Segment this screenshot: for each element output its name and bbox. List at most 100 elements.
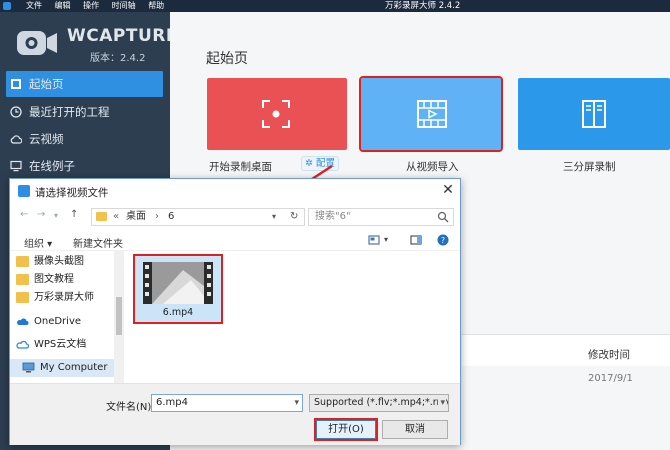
tree-item-wps-cloud[interactable]: WPS云文档 — [16, 336, 120, 354]
breadcrumb-separator[interactable]: › — [155, 209, 159, 225]
filename-value: 6.mp4 — [156, 397, 188, 408]
tree-item-label: WPS云文档 — [34, 339, 87, 350]
tree-item-tutorials[interactable]: 图文教程 — [16, 271, 120, 289]
tree-item-camera-screenshots[interactable]: 摄像头截图 — [16, 253, 120, 271]
start-record-desktop-card[interactable] — [207, 78, 347, 150]
file-type-select[interactable]: Supported (*.flv;*.mp4;*.rmvl ▾ — [309, 394, 449, 412]
app-title-bar: 文件 编辑 操作 时间轴 帮助 万彩录屏大师 2.4.2 — [0, 0, 670, 12]
folder-icon — [16, 274, 29, 285]
dialog-title: 请选择视频文件 — [35, 187, 109, 199]
search-icon — [437, 211, 449, 223]
project-row-date: 2017/9/1 — [588, 373, 633, 384]
filename-input[interactable]: 6.mp4 ▾ — [151, 394, 303, 412]
window-title: 万彩录屏大师 2.4.2 — [385, 1, 461, 11]
dialog-toolbar: 组织 ▾ 新建文件夹 ▾ ? — [10, 229, 460, 251]
home-icon — [11, 79, 21, 89]
tree-scrollbar[interactable] — [114, 251, 124, 383]
new-folder-button[interactable]: 新建文件夹 — [73, 235, 123, 250]
menu-timeline[interactable]: 时间轴 — [112, 1, 136, 10]
split-screen-icon — [582, 100, 606, 128]
menu-edit[interactable]: 编辑 — [55, 1, 71, 10]
sidebar-item-recent-projects[interactable]: 最近打开的工程 — [0, 99, 170, 125]
app-logo-icon — [3, 2, 11, 10]
sidebar-item-label: 云视频 — [29, 132, 64, 146]
tree-item-label: OneDrive — [34, 316, 82, 327]
cancel-button[interactable]: 取消 — [382, 420, 448, 439]
view-options-icon[interactable] — [368, 234, 380, 246]
import-from-video-card[interactable] — [359, 76, 503, 152]
card-label-start-record: 开始录制桌面 — [209, 161, 272, 173]
folder-icon — [16, 292, 29, 303]
dialog-title-bar: 请选择视频文件 ✕ — [10, 179, 460, 203]
chevron-down-icon[interactable]: ▾ — [294, 395, 299, 411]
menu-help[interactable]: 帮助 — [148, 1, 164, 10]
tree-item-wcapture[interactable]: 万彩录屏大师 — [16, 289, 120, 307]
page-title: 起始页 — [206, 51, 248, 67]
wps-cloud-icon — [16, 340, 29, 349]
computer-icon — [22, 362, 35, 373]
monitor-icon — [10, 160, 22, 172]
search-input[interactable]: 搜索"6" — [308, 208, 454, 226]
open-file-dialog: 请选择视频文件 ✕ ← → ▾ ↑ « 桌面 › 6 ▾ ↻ 搜索"6" 组织 … — [9, 178, 461, 445]
tree-item-label: 摄像头截图 — [34, 256, 84, 267]
menu-bar: 文件 编辑 操作 时间轴 帮助 — [26, 0, 174, 12]
sidebar-item-cloud-video[interactable]: 云视频 — [0, 126, 170, 152]
preview-pane-icon[interactable] — [410, 234, 422, 246]
file-list: 6.mp4 — [125, 251, 460, 383]
navigation-tree: 摄像头截图 图文教程 万彩录屏大师 OneDrive WPS云文档 My Com… — [10, 251, 124, 383]
up-arrow-icon[interactable]: ↑ — [70, 209, 78, 220]
brand-name: WCAPTURE — [67, 26, 178, 46]
refresh-icon[interactable]: ↻ — [290, 209, 298, 225]
open-button[interactable]: 打开(O) — [314, 418, 378, 441]
video-import-icon — [417, 100, 447, 128]
dialog-footer: 文件名(N): 6.mp4 ▾ Supported (*.flv;*.mp4;*… — [10, 383, 460, 445]
address-row: ← → ▾ ↑ « 桌面 › 6 ▾ ↻ 搜索"6" — [10, 203, 460, 229]
filename-label: 文件名(N): — [106, 402, 155, 413]
sidebar-item-online-examples[interactable]: 在线例子 — [0, 153, 170, 179]
record-target-icon — [262, 100, 290, 128]
video-thumbnail-icon — [143, 262, 213, 304]
folder-icon — [16, 256, 29, 267]
tree-item-my-computer[interactable]: My Computer — [10, 359, 114, 377]
file-name-label: 6.mp4 — [162, 307, 194, 318]
chevron-down-icon[interactable]: ▾ — [438, 395, 445, 411]
folder-icon — [96, 212, 107, 221]
column-header-modified[interactable]: 修改时间 — [588, 347, 630, 362]
file-type-value: Supported (*.flv;*.mp4;*.rmvl — [314, 397, 449, 408]
sidebar-item-label: 最近打开的工程 — [29, 105, 110, 119]
back-arrow-icon[interactable]: ← — [20, 209, 28, 220]
tree-item-label: My Computer — [40, 362, 108, 373]
split-screen-record-card[interactable] — [518, 78, 670, 150]
file-item-6-mp4[interactable]: 6.mp4 — [133, 254, 223, 324]
forward-arrow-icon[interactable]: → — [37, 209, 45, 220]
view-dropdown-icon[interactable]: ▾ — [384, 235, 388, 244]
sidebar-item-label: 起始页 — [29, 77, 64, 91]
cloud-icon — [10, 135, 22, 144]
sidebar-item-start-page[interactable]: 起始页 — [6, 71, 163, 97]
sidebar-item-label: 在线例子 — [29, 159, 75, 173]
breadcrumb-overflow[interactable]: « — [113, 209, 119, 225]
clock-icon — [10, 106, 22, 118]
help-icon[interactable]: ? — [437, 234, 449, 246]
onedrive-icon — [17, 318, 29, 325]
breadcrumb-folder-6[interactable]: 6 — [168, 209, 174, 225]
menu-operate[interactable]: 操作 — [83, 1, 99, 10]
close-icon[interactable]: ✕ — [440, 182, 456, 198]
recent-dropdown-icon[interactable]: ▾ — [54, 211, 58, 220]
tree-item-onedrive[interactable]: OneDrive — [16, 313, 120, 331]
dialog-app-icon — [18, 185, 30, 197]
svg-text:?: ? — [441, 236, 445, 245]
card-label-import-video: 从视频导入 — [406, 161, 459, 173]
chevron-down-icon[interactable]: ▾ — [272, 209, 276, 225]
tree-item-label: 万彩录屏大师 — [34, 292, 94, 303]
card-label-split-screen: 三分屏录制 — [563, 161, 616, 173]
menu-file[interactable]: 文件 — [26, 1, 42, 10]
organize-button[interactable]: 组织 ▾ — [24, 235, 52, 250]
scrollbar-thumb[interactable] — [116, 297, 122, 335]
address-bar[interactable]: « 桌面 › 6 ▾ ↻ — [91, 208, 305, 226]
version-label: 版本：2.4.2 — [90, 53, 146, 64]
tree-item-label: 图文教程 — [34, 274, 74, 285]
breadcrumb-desktop[interactable]: 桌面 — [126, 209, 146, 225]
search-placeholder: 搜索"6" — [315, 211, 351, 222]
brand: WCAPTURE 版本：2.4.2 — [0, 12, 177, 70]
